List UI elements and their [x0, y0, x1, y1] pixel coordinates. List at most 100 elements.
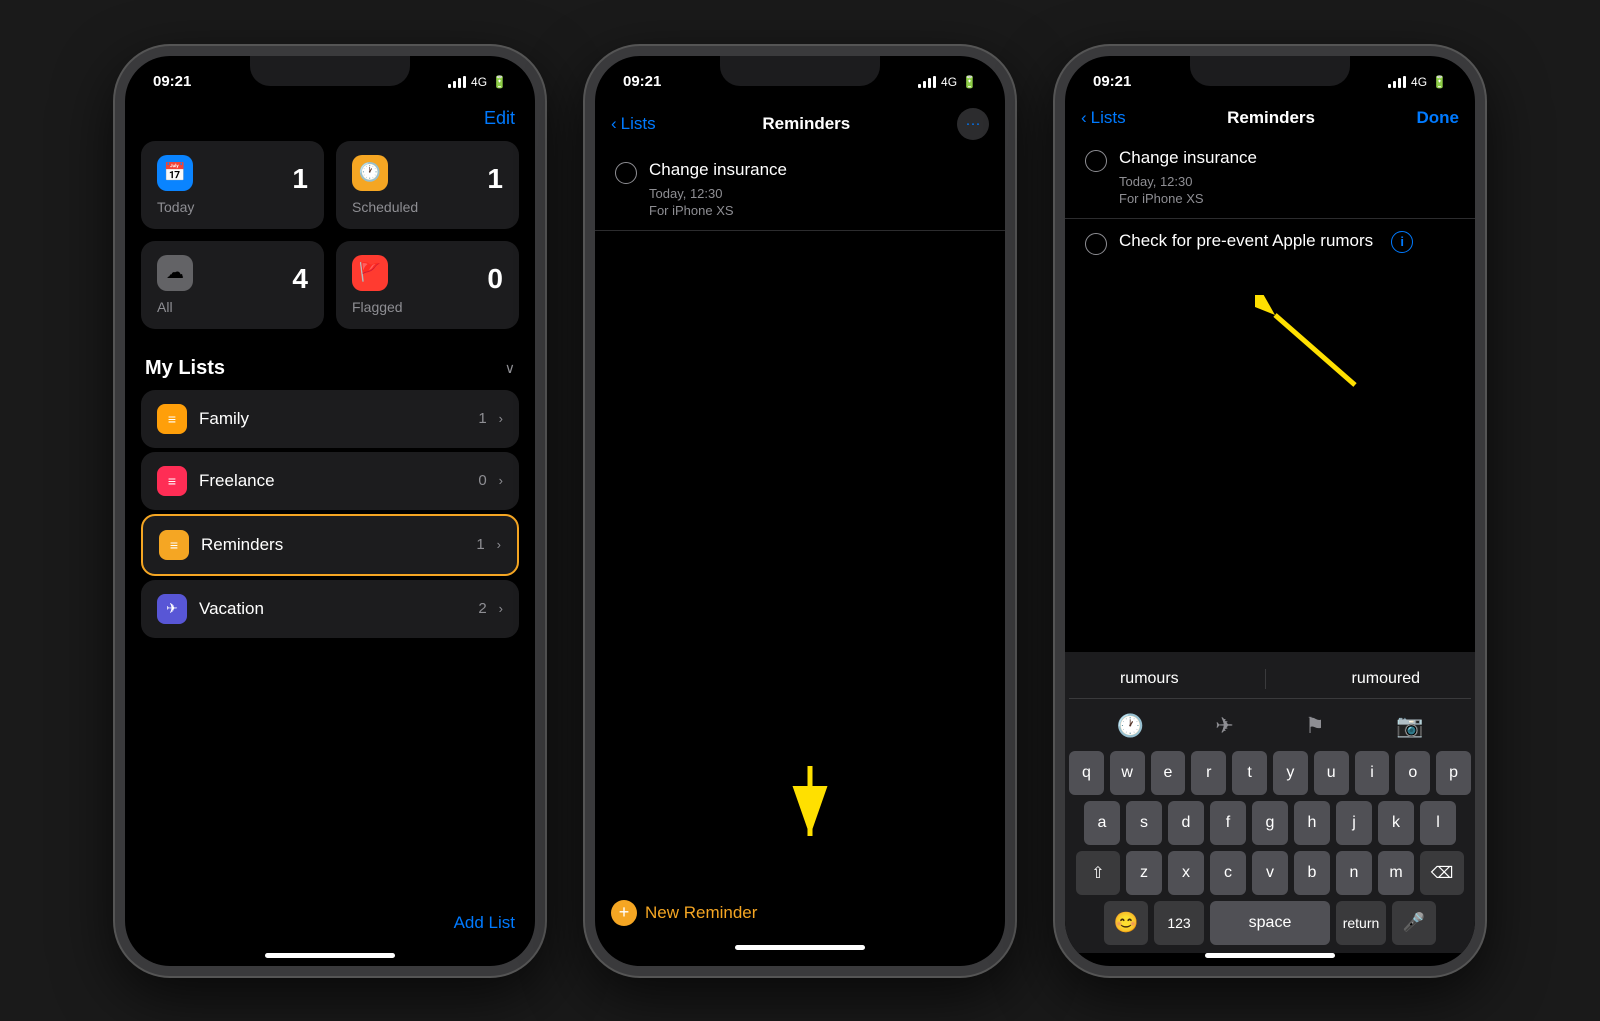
lists-header: Edit	[125, 100, 535, 141]
reminder-circle-3b[interactable]	[1085, 233, 1107, 255]
chevron-left-icon: ‹	[611, 114, 617, 134]
key-q[interactable]: q	[1069, 751, 1104, 795]
key-v[interactable]: v	[1252, 851, 1288, 895]
my-lists-header: My Lists ∨	[125, 353, 535, 390]
reminder-circle-3a[interactable]	[1085, 150, 1107, 172]
reminder-change-insurance-3[interactable]: Change insurance Today, 12:30 For iPhone…	[1065, 136, 1475, 219]
more-button-2[interactable]: ···	[957, 108, 989, 140]
key-w[interactable]: w	[1110, 751, 1145, 795]
back-label-3: Lists	[1091, 108, 1126, 128]
chevron-down-icon: ∨	[505, 360, 515, 377]
key-p[interactable]: p	[1436, 751, 1471, 795]
back-label-2: Lists	[621, 114, 656, 134]
key-b[interactable]: b	[1294, 851, 1330, 895]
done-button[interactable]: Done	[1416, 108, 1459, 128]
key-t[interactable]: t	[1232, 751, 1267, 795]
key-a[interactable]: a	[1084, 801, 1120, 845]
flagged-card[interactable]: 🚩 0 Flagged	[336, 241, 519, 329]
space-key[interactable]: space	[1210, 901, 1330, 945]
list-item-freelance[interactable]: ≡ Freelance 0 ›	[141, 452, 519, 510]
home-indicator-2	[735, 945, 865, 950]
key-s[interactable]: s	[1126, 801, 1162, 845]
key-k[interactable]: k	[1378, 801, 1414, 845]
autocomplete-word-2[interactable]: rumoured	[1336, 666, 1436, 692]
signal-icon-2	[918, 76, 936, 88]
key-e[interactable]: e	[1151, 751, 1186, 795]
reminder-text-3b: Check for pre-event Apple rumors	[1119, 231, 1373, 251]
key-h[interactable]: h	[1294, 801, 1330, 845]
clock-icon[interactable]: 🕐	[1117, 713, 1144, 739]
family-name: Family	[199, 409, 466, 429]
reminder-sub1-3a: Today, 12:30	[1085, 174, 1455, 189]
add-list-button[interactable]: Add List	[125, 893, 535, 953]
new-reminder-row[interactable]: + New Reminder	[595, 900, 773, 926]
screen-1-content: Edit 📅 1 Today 🕐 1	[125, 100, 535, 966]
key-g[interactable]: g	[1252, 801, 1288, 845]
signal-icon	[448, 76, 466, 88]
key-j[interactable]: j	[1336, 801, 1372, 845]
mic-key[interactable]: 🎤	[1392, 901, 1436, 945]
edit-button[interactable]: Edit	[484, 108, 515, 129]
list-item-family[interactable]: ≡ Family 1 ›	[141, 390, 519, 448]
vacation-icon: ✈	[157, 594, 187, 624]
reminder-change-insurance[interactable]: Change insurance Today, 12:30 For iPhone…	[595, 148, 1005, 231]
family-icon: ≡	[157, 404, 187, 434]
family-count: 1	[478, 410, 486, 427]
today-count: 1	[292, 163, 308, 195]
today-card[interactable]: 📅 1 Today	[141, 141, 324, 229]
flag-icon[interactable]: ⚑	[1305, 713, 1325, 739]
battery-icon-2: 🔋	[962, 75, 977, 89]
yellow-arrow-up	[1255, 295, 1375, 395]
nav-bar-2: ‹ Lists Reminders ···	[595, 100, 1005, 148]
list-item-vacation[interactable]: ✈ Vacation 2 ›	[141, 580, 519, 638]
network-label-3: 4G	[1411, 75, 1427, 89]
key-y[interactable]: y	[1273, 751, 1308, 795]
reminders-count: 1	[476, 536, 484, 553]
flagged-count: 0	[487, 263, 503, 295]
scheduled-card[interactable]: 🕐 1 Scheduled	[336, 141, 519, 229]
key-z[interactable]: z	[1126, 851, 1162, 895]
key-c[interactable]: c	[1210, 851, 1246, 895]
key-i[interactable]: i	[1355, 751, 1390, 795]
key-o[interactable]: o	[1395, 751, 1430, 795]
shift-key[interactable]: ⇧	[1076, 851, 1120, 895]
key-f[interactable]: f	[1210, 801, 1246, 845]
info-button[interactable]: i	[1391, 231, 1413, 253]
all-card[interactable]: ☁ 4 All	[141, 241, 324, 329]
emoji-key[interactable]: 😊	[1104, 901, 1148, 945]
battery-icon-3: 🔋	[1432, 75, 1447, 89]
autocomplete-word-1[interactable]: rumours	[1104, 666, 1195, 692]
today-icon: 📅	[157, 155, 193, 191]
list-item-reminders[interactable]: ≡ Reminders 1 ›	[141, 514, 519, 576]
keyboard-icons-row: 🕐 ✈ ⚑ 📷	[1069, 707, 1471, 745]
reminder-text-3a: Change insurance	[1119, 148, 1257, 168]
chevron-left-icon-3: ‹	[1081, 108, 1087, 128]
reminders-chevron-icon: ›	[497, 537, 501, 552]
key-row-1: q w e r t y u i o p	[1069, 751, 1471, 795]
freelance-chevron-icon: ›	[499, 473, 503, 488]
all-label: All	[157, 299, 308, 315]
key-u[interactable]: u	[1314, 751, 1349, 795]
grid-cards: 📅 1 Today 🕐 1 Scheduled ☁	[125, 141, 535, 329]
delete-key[interactable]: ⌫	[1420, 851, 1464, 895]
location-icon[interactable]: ✈	[1215, 713, 1233, 739]
new-reminder-plus-icon: +	[611, 900, 637, 926]
reminder-check-apple[interactable]: Check for pre-event Apple rumors i	[1065, 219, 1475, 267]
key-r[interactable]: r	[1191, 751, 1226, 795]
time-3: 09:21	[1093, 73, 1131, 90]
key-l[interactable]: l	[1420, 801, 1456, 845]
camera-icon[interactable]: 📷	[1396, 713, 1423, 739]
return-key[interactable]: return	[1336, 901, 1386, 945]
status-icons-2: 4G 🔋	[918, 75, 977, 89]
reminder-circle-1[interactable]	[615, 162, 637, 184]
phone-2: 09:21 4G 🔋 ‹ Lists Reminders	[585, 46, 1015, 976]
key-n[interactable]: n	[1336, 851, 1372, 895]
key-d[interactable]: d	[1168, 801, 1204, 845]
back-button-2[interactable]: ‹ Lists	[611, 114, 656, 134]
key-m[interactable]: m	[1378, 851, 1414, 895]
back-button-3[interactable]: ‹ Lists	[1081, 108, 1126, 128]
screen-3-content: ‹ Lists Reminders Done Change insurance …	[1065, 100, 1475, 966]
key-row-2: a s d f g h j k l	[1069, 801, 1471, 845]
key-x[interactable]: x	[1168, 851, 1204, 895]
numbers-key[interactable]: 123	[1154, 901, 1204, 945]
